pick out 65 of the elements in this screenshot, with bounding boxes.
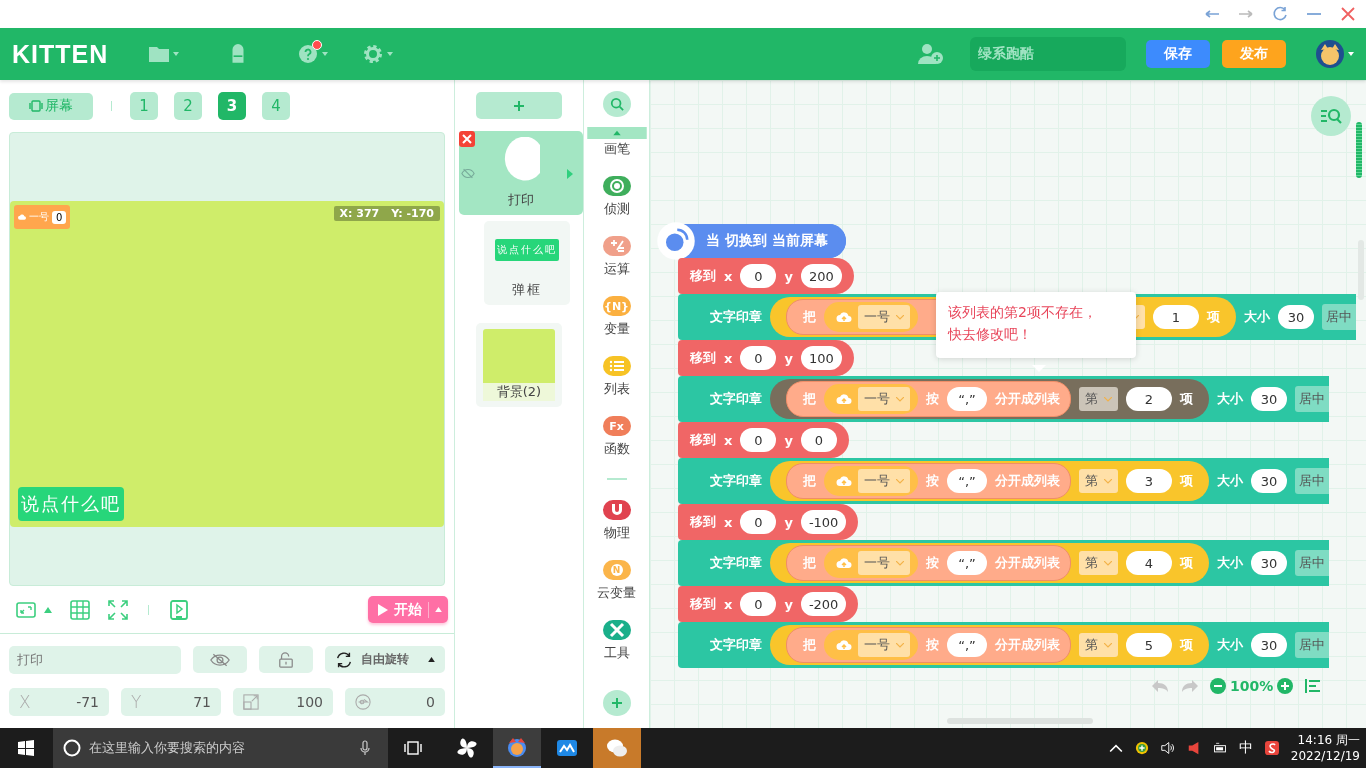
x-coordinate: X: 377 (339, 207, 380, 220)
block-label: y (784, 514, 793, 530)
block-label: 按 (926, 390, 939, 408)
block-label: 项 (1180, 554, 1193, 572)
block-label: 移到 (690, 513, 716, 531)
search-placeholder: 在这里输入你要搜索的内容 (89, 739, 246, 757)
sprite-name: 打印 (508, 191, 534, 209)
block-label: 按 (926, 472, 939, 490)
axis-label: Y (131, 692, 142, 712)
block-label: x (724, 596, 733, 612)
block-label: 文字印章 (710, 636, 762, 654)
block-label: x (724, 432, 733, 448)
clock-time: 14:16 周一 (1297, 731, 1360, 748)
block-label: 移到 (690, 595, 716, 613)
block-label: 大小 (1217, 554, 1243, 572)
block-label: 分开成列表 (995, 636, 1060, 654)
block-label: 按 (926, 636, 939, 654)
block-label: 文字印章 (710, 390, 762, 408)
block-label: x (724, 350, 733, 366)
property-value: 0 (426, 694, 435, 710)
block-label: 按 (926, 554, 939, 572)
block-label: 移到 (690, 349, 716, 367)
block-label: y (784, 596, 793, 612)
block-label: 大小 (1217, 636, 1243, 654)
block-label: 移到 (690, 431, 716, 449)
block-label: 文字印章 (710, 308, 762, 326)
block-label: 分开成列表 (995, 390, 1060, 408)
block-label: 项 (1207, 308, 1220, 326)
property-value: 100 (296, 694, 323, 710)
monitor-value: 0 (52, 210, 67, 224)
block-label: 当 切换到 当前屏幕 (706, 232, 828, 250)
logo: KITTEN (12, 39, 109, 69)
block-label: 大小 (1244, 308, 1270, 326)
block-label: 分开成列表 (995, 472, 1060, 490)
sprite-name: 背景(2) (483, 383, 555, 401)
block-label: y (784, 350, 793, 366)
block-label: 把 (803, 636, 816, 654)
block-label: 项 (1180, 472, 1193, 490)
block-label: x (724, 268, 733, 284)
block-label: y (784, 268, 793, 284)
property-value: -71 (76, 694, 99, 710)
block-label: 大小 (1217, 472, 1243, 490)
property-value: 71 (193, 694, 211, 710)
block-label: 分开成列表 (995, 554, 1060, 572)
zoom-level: 100% (1230, 678, 1274, 694)
block-label: 文字印章 (710, 472, 762, 490)
block-label: x (724, 514, 733, 530)
block-label: 把 (803, 472, 816, 490)
block-label: 文字印章 (710, 554, 762, 572)
block-label: y (784, 432, 793, 448)
clock-date: 2022/12/19 (1290, 748, 1360, 765)
error-tooltip: 该列表的第2项不存在， 快去修改吧！ (936, 292, 1136, 358)
block-label: 把 (803, 390, 816, 408)
bubble-thumbnail: 说点什么吧 (495, 239, 559, 261)
block-label: 移到 (690, 267, 716, 285)
speech-bubble: 说点什么吧 (18, 487, 124, 521)
block-label: 项 (1180, 636, 1193, 654)
sprite-name: 弹框 (512, 281, 542, 299)
monitor-name: 一号 (29, 210, 49, 224)
block-label: 项 (1180, 390, 1193, 408)
y-coordinate: Y: -170 (391, 207, 434, 220)
block-label: 把 (803, 554, 816, 572)
block-label: 大小 (1217, 390, 1243, 408)
block-label: 把 (803, 308, 816, 326)
axis-label: X (19, 692, 31, 712)
